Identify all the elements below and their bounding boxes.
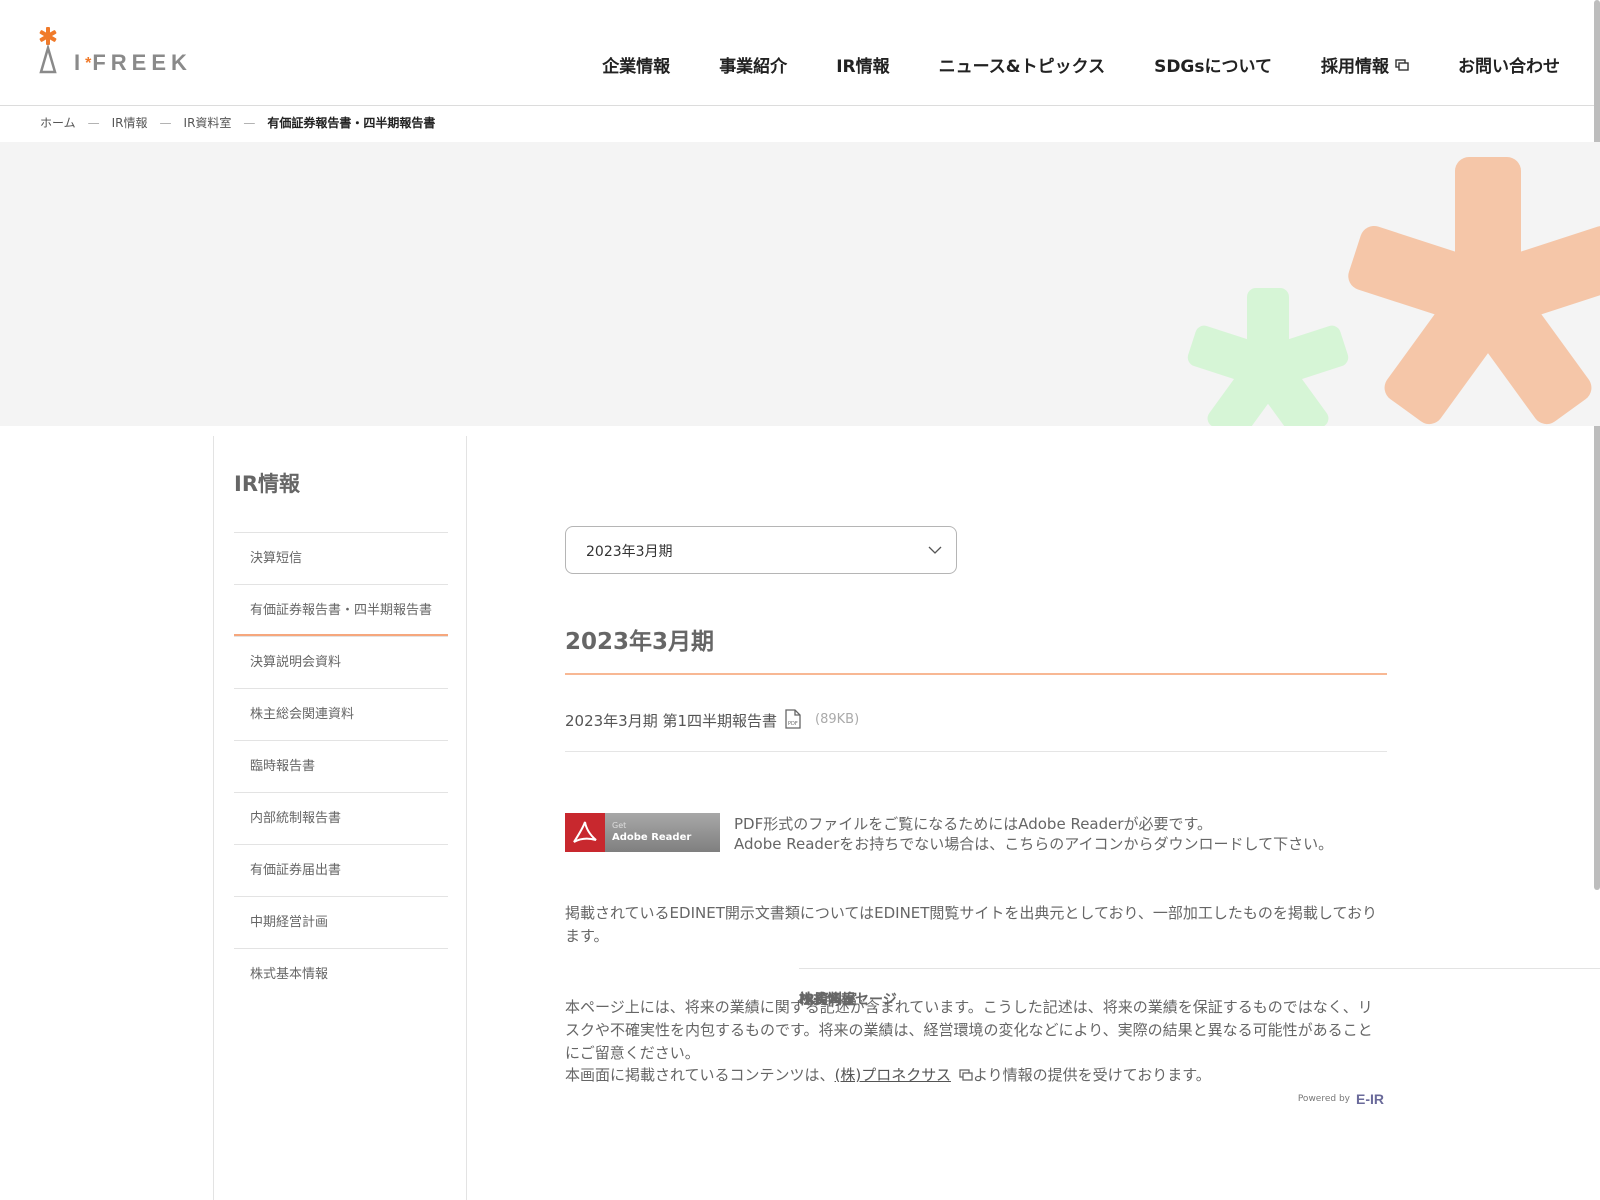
breadcrumb-separator: — <box>159 115 172 130</box>
eir-logo: E-IR <box>1356 1091 1384 1107</box>
forward-looking-disclaimer: 本ページ上には、将来の業績に関する記述が含まれています。こうした記述は、将来の業… <box>565 998 1373 1062</box>
site-logo[interactable]: I*FREEK <box>38 26 213 78</box>
breadcrumb-home[interactable]: ホーム <box>40 114 76 131</box>
site-header: I*FREEK 企業情報 事業紹介 IR情報 ニュース&トピックス SDGsにつ… <box>0 0 1600 106</box>
report-link[interactable]: 2023年3月期 第1四半期報告書 <box>565 710 777 731</box>
svg-text:PDF: PDF <box>788 721 798 727</box>
credit-suffix: より情報の提供を受けております。 <box>972 1066 1211 1084</box>
period-select[interactable]: 2023年3月期 <box>565 526 957 574</box>
logo-mark-icon <box>39 27 57 74</box>
powered-by-label: Powered by <box>1297 1094 1350 1104</box>
sidebar-item-mid-term-plan[interactable]: 中期経営計画 <box>234 896 448 948</box>
decorative-asterisks <box>1187 157 1600 426</box>
heading-divider <box>565 673 1387 675</box>
sidebar-item-briefing-materials[interactable]: 決算説明会資料 <box>234 636 448 688</box>
orange-asterisk-icon <box>1348 157 1600 425</box>
sidebar-list: 社長メッセージ IR資料室 決算短信 有価証券報告書・四半期報告書 決算説明会資… <box>234 532 1600 1008</box>
sidebar-item-shareholder-meeting[interactable]: 株主総会関連資料 <box>234 688 448 740</box>
sidebar-item-stock-basic-info[interactable]: 株式基本情報 <box>234 948 448 1000</box>
page-scrollbar[interactable] <box>1594 0 1600 890</box>
breadcrumb-current: 有価証券報告書・四半期報告書 <box>267 116 436 130</box>
credit-prefix: 本画面に掲載されているコンテンツは、 <box>565 1066 835 1084</box>
pdf-icon[interactable]: PDF <box>785 709 801 729</box>
ir-sidebar: IR情報 社長メッセージ IR資料室 決算短信 有価証券報告書・四半期報告書 決… <box>213 436 1600 1200</box>
adobe-notice-line2: Adobe Readerをお持ちでない場合は、こちらのアイコンからダウンロードし… <box>734 835 1334 853</box>
logo-text: I*FREEK <box>74 50 192 75</box>
get-adobe-reader-button[interactable]: Get Adobe Reader <box>565 813 720 852</box>
main-nav: 企業情報 事業紹介 IR情報 ニュース&トピックス SDGsについて 採用情報 … <box>602 52 1560 77</box>
nav-item-company[interactable]: 企業情報 <box>602 52 670 77</box>
powered-by-eir[interactable]: Powered by E-IR <box>1298 1091 1384 1107</box>
adobe-notice: PDF形式のファイルをご覧になるためにはAdobe Readerが必要です。 A… <box>734 814 1333 854</box>
report-row: 2023年3月期 第1四半期報告書 PDF (89KB) <box>565 709 1387 752</box>
nav-item-business[interactable]: 事業紹介 <box>719 52 787 77</box>
adobe-notice-line1: PDF形式のファイルをご覧になるためにはAdobe Readerが必要です。 <box>734 815 1213 833</box>
sidebar-item-extraordinary-reports[interactable]: 臨時報告書 <box>234 740 448 792</box>
nav-item-contact[interactable]: お問い合わせ <box>1458 52 1560 77</box>
breadcrumb-separator: — <box>87 115 100 130</box>
period-heading: 2023年3月期 <box>565 629 715 655</box>
nav-item-sdgs[interactable]: SDGsについて <box>1154 52 1272 77</box>
content-credit: 本画面に掲載されているコンテンツは、 (株)プロネクサス より情報の提供を受けて… <box>565 1064 1211 1085</box>
nav-item-recruit-label: 採用情報 <box>1321 57 1389 77</box>
report-file-size: (89KB) <box>815 712 860 727</box>
breadcrumb-separator: — <box>243 115 256 130</box>
period-select-value: 2023年3月期 <box>586 544 673 560</box>
green-asterisk-icon <box>1187 288 1349 426</box>
chevron-down-icon <box>928 546 942 554</box>
sidebar-item-securities-reports[interactable]: 有価証券報告書・四半期報告書 <box>234 584 448 636</box>
sidebar-item-earnings-summary[interactable]: 決算短信 <box>234 532 448 584</box>
breadcrumb-ir-library[interactable]: IR資料室 <box>184 114 232 131</box>
nav-item-news[interactable]: ニュース&トピックス <box>939 52 1105 77</box>
adobe-name-label: Adobe Reader <box>612 832 692 843</box>
pronexus-link[interactable]: (株)プロネクサス <box>835 1064 951 1085</box>
sidebar-item-internal-control[interactable]: 内部統制報告書 <box>234 792 448 844</box>
external-link-icon <box>1395 58 1409 71</box>
hero-banner <box>0 142 1600 426</box>
breadcrumb: ホーム — IR情報 — IR資料室 — 有価証券報告書・四半期報告書 <box>40 114 435 131</box>
adobe-logo-icon <box>573 821 597 843</box>
nav-item-ir[interactable]: IR情報 <box>836 52 889 77</box>
edinet-note: 掲載されているEDINET開示文書類についてはEDINET閲覧サイトを出典元とし… <box>565 904 1378 945</box>
sidebar-title: IR情報 <box>234 472 300 496</box>
external-link-icon <box>959 1068 973 1081</box>
adobe-get-label: Get <box>612 821 627 830</box>
nav-item-recruit[interactable]: 採用情報 <box>1321 52 1409 77</box>
sidebar-item-registration-statement[interactable]: 有価証券届出書 <box>234 844 448 896</box>
breadcrumb-ir[interactable]: IR情報 <box>112 114 148 131</box>
